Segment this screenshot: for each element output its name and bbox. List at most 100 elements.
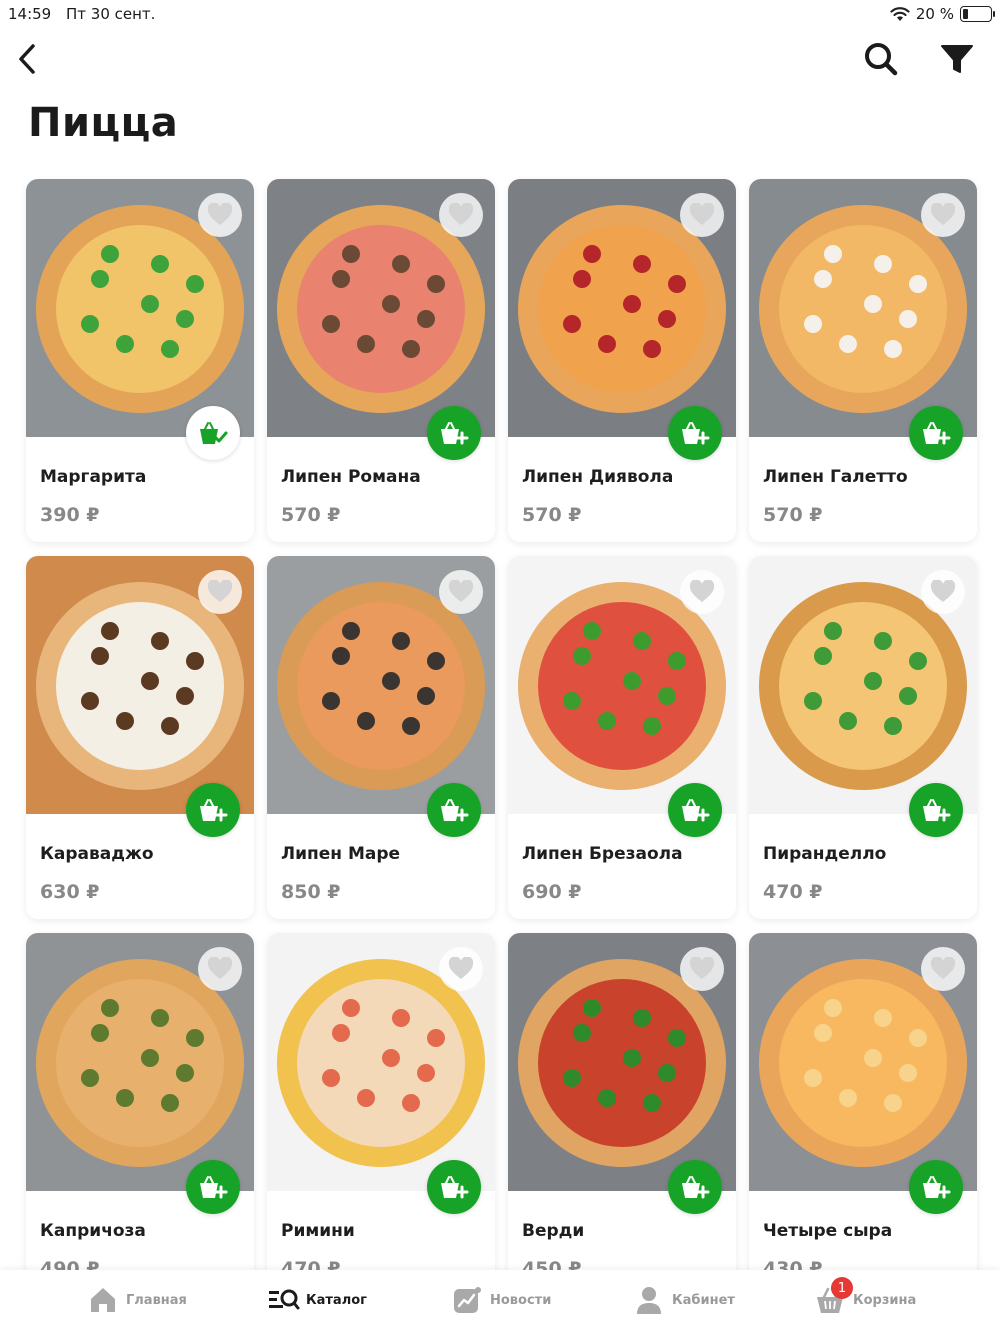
- tab-home[interactable]: Главная: [88, 1284, 187, 1316]
- battery-percent: 20 %: [915, 5, 954, 23]
- cart-plus-icon: [923, 422, 951, 445]
- status-date: Пт 30 сент.: [66, 5, 156, 23]
- product-name: Римини: [281, 1221, 355, 1241]
- wifi-icon: [890, 7, 910, 21]
- product-name: Липен Галетто: [763, 467, 908, 487]
- favorite-button[interactable]: [198, 947, 242, 991]
- product-card[interactable]: Липен Диявола 570 ₽: [508, 179, 736, 542]
- favorite-button[interactable]: [439, 570, 483, 614]
- cart-check-icon: [200, 422, 228, 444]
- search-button[interactable]: [862, 40, 900, 78]
- heart-icon: [207, 957, 233, 979]
- heart-icon: [930, 203, 956, 225]
- favorite-button[interactable]: [680, 570, 724, 614]
- tab-home-label: Главная: [126, 1292, 187, 1308]
- product-card[interactable]: Караваджо 630 ₽: [26, 556, 254, 919]
- favorite-button[interactable]: [921, 193, 965, 237]
- add-to-cart-button[interactable]: [427, 783, 481, 837]
- product-card[interactable]: Липен Галетто 570 ₽: [749, 179, 977, 542]
- favorite-button[interactable]: [439, 947, 483, 991]
- heart-icon: [207, 203, 233, 225]
- tab-catalog[interactable]: Каталог: [268, 1284, 367, 1316]
- add-to-cart-button[interactable]: [668, 1160, 722, 1214]
- favorite-button[interactable]: [680, 193, 724, 237]
- basket-icon: 1: [815, 1277, 853, 1315]
- product-card[interactable]: Четыре сыра 430 ₽: [749, 933, 977, 1296]
- favorite-button[interactable]: [198, 193, 242, 237]
- cart-plus-icon: [682, 422, 710, 445]
- product-card[interactable]: Верди 450 ₽: [508, 933, 736, 1296]
- favorite-button[interactable]: [680, 947, 724, 991]
- add-to-cart-button[interactable]: [668, 406, 722, 460]
- add-to-cart-button[interactable]: [186, 1160, 240, 1214]
- search-icon: [865, 43, 898, 76]
- tab-cart-label: Корзина: [853, 1292, 917, 1308]
- cart-plus-icon: [441, 799, 469, 822]
- product-price: 470 ₽: [763, 881, 823, 903]
- chevron-left-icon: [19, 44, 35, 74]
- product-card[interactable]: Римини 470 ₽: [267, 933, 495, 1296]
- battery-level: [963, 9, 968, 19]
- favorite-button[interactable]: [198, 570, 242, 614]
- product-name: Липен Диявола: [522, 467, 674, 487]
- favorite-button[interactable]: [921, 570, 965, 614]
- add-to-cart-button[interactable]: [427, 406, 481, 460]
- heart-icon: [689, 203, 715, 225]
- cart-plus-icon: [923, 799, 951, 822]
- product-name: Липен Брезаола: [522, 844, 683, 864]
- cart-badge: 1: [831, 1277, 853, 1299]
- product-name: Пиранделло: [763, 844, 887, 864]
- catalog-search-icon: [268, 1285, 300, 1315]
- cart-plus-icon: [682, 1176, 710, 1199]
- add-to-cart-button[interactable]: [668, 783, 722, 837]
- product-price: 570 ₽: [763, 504, 823, 526]
- heart-icon: [689, 957, 715, 979]
- status-right: 20 %: [890, 5, 995, 23]
- status-time: 14:59: [8, 5, 52, 23]
- page-title: Пицца: [28, 100, 179, 146]
- product-price: 570 ₽: [522, 504, 582, 526]
- product-name: Капричоза: [40, 1221, 146, 1241]
- heart-icon: [448, 203, 474, 225]
- product-card[interactable]: Капричоза 490 ₽: [26, 933, 254, 1296]
- cart-plus-icon: [441, 1176, 469, 1199]
- product-card[interactable]: Липен Романа 570 ₽: [267, 179, 495, 542]
- product-card[interactable]: Пиранделло 470 ₽: [749, 556, 977, 919]
- product-price: 570 ₽: [281, 504, 341, 526]
- battery-icon: [960, 6, 995, 22]
- in-cart-button[interactable]: [186, 406, 240, 460]
- favorite-button[interactable]: [439, 193, 483, 237]
- tab-bar: Главная Каталог Новости Кабинет 1 Корзин…: [0, 1270, 1000, 1334]
- product-price: 850 ₽: [281, 881, 341, 903]
- product-card[interactable]: Маргарита 390 ₽: [26, 179, 254, 542]
- product-card[interactable]: Липен Маре 850 ₽: [267, 556, 495, 919]
- product-name: Четыре сыра: [763, 1221, 893, 1241]
- cart-plus-icon: [682, 799, 710, 822]
- add-to-cart-button[interactable]: [186, 783, 240, 837]
- cart-plus-icon: [441, 422, 469, 445]
- filter-icon: [941, 45, 973, 73]
- status-bar: 14:59 Пт 30 сент. 20 %: [0, 0, 1000, 28]
- cart-plus-icon: [200, 799, 228, 822]
- product-name: Маргарита: [40, 467, 147, 487]
- add-to-cart-button[interactable]: [427, 1160, 481, 1214]
- back-button[interactable]: [12, 40, 42, 78]
- add-to-cart-button[interactable]: [909, 1160, 963, 1214]
- tab-account[interactable]: Кабинет: [634, 1284, 735, 1316]
- home-icon: [88, 1285, 118, 1315]
- heart-icon: [448, 957, 474, 979]
- product-price: 390 ₽: [40, 504, 100, 526]
- product-card[interactable]: Липен Брезаола 690 ₽: [508, 556, 736, 919]
- tab-news[interactable]: Новости: [452, 1284, 551, 1316]
- news-chart-icon: [452, 1285, 482, 1315]
- product-name: Липен Романа: [281, 467, 421, 487]
- heart-icon: [207, 580, 233, 602]
- favorite-button[interactable]: [921, 947, 965, 991]
- add-to-cart-button[interactable]: [909, 783, 963, 837]
- filter-button[interactable]: [938, 40, 976, 78]
- product-price: 630 ₽: [40, 881, 100, 903]
- add-to-cart-button[interactable]: [909, 406, 963, 460]
- tab-news-label: Новости: [490, 1292, 552, 1308]
- product-name: Верди: [522, 1221, 585, 1241]
- tab-cart[interactable]: 1 Корзина: [815, 1277, 917, 1316]
